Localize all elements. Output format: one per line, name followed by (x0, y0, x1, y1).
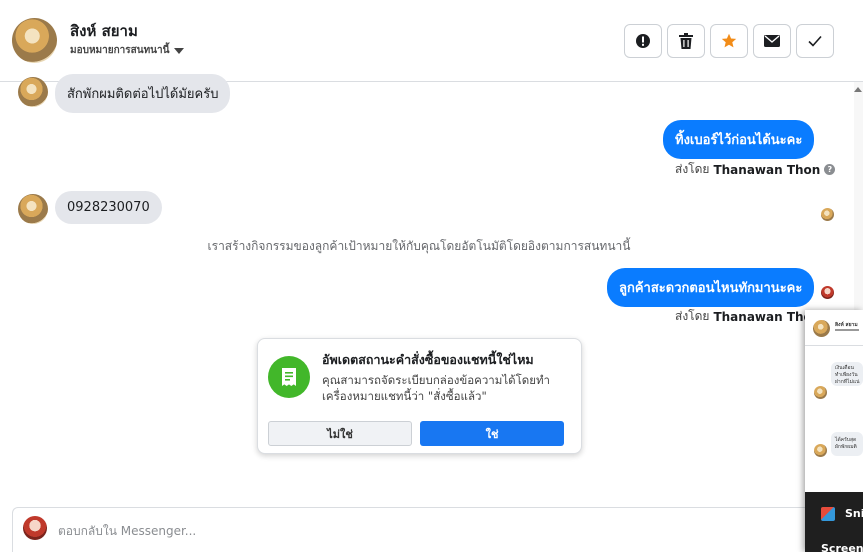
system-note: เราสร้างกิจกรรมของลูกค้าเป้าหมายให้กับคุ… (207, 239, 631, 253)
reply-input[interactable]: ตอบกลับใน Messenger... (58, 522, 196, 541)
scroll-up-arrow-icon[interactable] (854, 87, 862, 92)
seen-avatar-icon (821, 286, 834, 299)
preview-text: ได้ครับสุด (835, 437, 857, 443)
check-icon (808, 35, 822, 47)
outgoing-message[interactable]: ลูกค้าสะดวกตอนไหนทักมานะคะ (607, 268, 815, 307)
alert-icon (636, 34, 650, 48)
contact-avatar-small (18, 194, 48, 224)
preview-avatar (813, 320, 830, 337)
assign-label: มอบหมายการสนทนานี้ (70, 45, 170, 56)
contact-name[interactable]: สิงห์ สยาม (70, 19, 138, 43)
preview-avatar-small (814, 386, 827, 399)
mark-spam-button[interactable] (624, 24, 662, 58)
contact-avatar[interactable] (12, 18, 57, 63)
sent-by-agent: Thanawan Thon (713, 162, 821, 177)
page-avatar (23, 516, 47, 540)
assign-conversation-dropdown[interactable]: มอบหมายการสนทนานี้ (70, 43, 185, 58)
sent-by-label: ส่งโดย Thanawan Thon ? (675, 160, 836, 179)
outgoing-message[interactable]: ทิ้งเบอร์ไว้ก่อนได้นะคะ (663, 120, 815, 159)
preview-avatar-small (814, 444, 827, 457)
sent-by-prefix: ส่งโดย (675, 162, 710, 176)
contact-avatar-small (18, 77, 48, 107)
envelope-icon (764, 35, 780, 47)
taskbar-item-screen[interactable]: Screen (821, 542, 863, 552)
sent-by-prefix: ส่งโดย (675, 309, 710, 323)
preview-subtitle-bar (835, 329, 859, 331)
prompt-description: คุณสามารถจัดระเบียบกล่องข้อความได้โดยทำเ… (322, 373, 551, 403)
preview-text: ทำเพียงวัน (835, 372, 858, 378)
star-button[interactable] (710, 24, 748, 58)
incoming-message[interactable]: สักพักผมติดต่อไปได้มัยครับ (55, 74, 231, 113)
mark-unread-button[interactable] (753, 24, 791, 58)
no-button[interactable]: ไม่ใช่ (268, 421, 412, 446)
trash-icon (679, 33, 693, 49)
preview-text: ฝากทีไม่แน่ (835, 379, 860, 385)
mark-done-button[interactable] (796, 24, 834, 58)
preview-name: สิงห์ สยาม (835, 322, 858, 328)
taskbar-popup: Snip Screen (805, 492, 863, 552)
conversation-header: สิงห์ สยาม มอบหมายการสนทนานี้ (0, 0, 863, 82)
conversation-toolbar (624, 24, 834, 58)
sent-by-label: ส่งโดย Thanawan Thon (675, 307, 820, 326)
yes-button[interactable]: ใช่ (420, 421, 564, 446)
delete-button[interactable] (667, 24, 705, 58)
order-status-prompt: อัพเดตสถานะคำสั่งซื้อของแชทนี้ใช่ไหม คุณ… (257, 338, 582, 454)
taskbar-item-snip[interactable]: Snip (845, 507, 863, 520)
help-icon[interactable]: ? (824, 164, 836, 175)
incoming-message[interactable]: 0928230070 (55, 191, 162, 224)
seen-avatar-icon (821, 208, 834, 221)
reply-composer: ตอบกลับใน Messenger... (12, 507, 863, 552)
receipt-icon (268, 356, 310, 398)
caret-down-icon (174, 47, 185, 54)
snipping-tool-icon (821, 507, 835, 521)
preview-text: ผักพักผมติ (835, 444, 857, 450)
prompt-title: อัพเดตสถานะคำสั่งซื้อของแชทนี้ใช่ไหม (322, 352, 534, 367)
preview-text: เงินเดือน (835, 365, 854, 371)
preview-header: สิงห์ สยาม (805, 310, 863, 346)
star-icon (721, 33, 737, 48)
